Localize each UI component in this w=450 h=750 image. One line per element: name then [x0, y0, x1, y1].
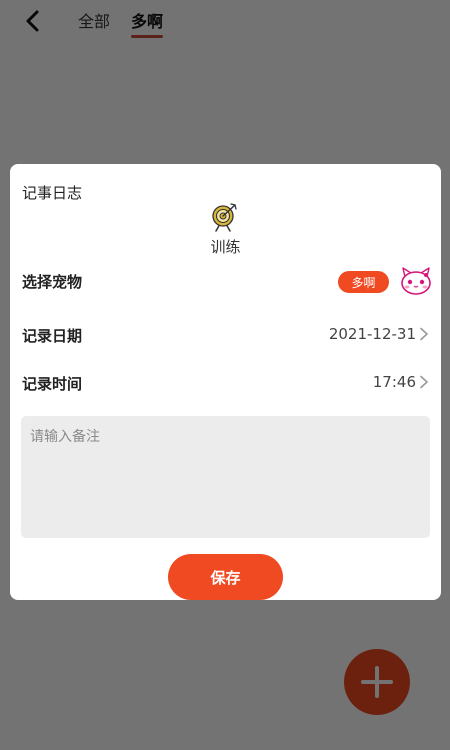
note-input[interactable] [21, 416, 430, 538]
date-value[interactable]: 2021-12-31 [329, 325, 416, 343]
target-icon [212, 203, 237, 232]
selected-pet-tag[interactable]: 多啊 [338, 271, 389, 293]
time-value[interactable]: 17:46 [373, 373, 416, 391]
date-row-label: 记录日期 [22, 327, 83, 345]
save-button-label: 保存 [210, 568, 241, 587]
event-type-label: 训练 [210, 238, 241, 256]
pet-row-label: 选择宠物 [22, 273, 83, 291]
time-row-label: 记录时间 [22, 375, 83, 393]
record-dialog: 记事日志 训练 选择宠物 多啊 记录日期 2021-12-31 记录时间 17:… [10, 164, 441, 600]
selected-pet-name: 多啊 [351, 275, 376, 290]
cat-avatar-icon[interactable] [399, 265, 433, 297]
save-button[interactable]: 保存 [168, 554, 283, 600]
dialog-title: 记事日志 [22, 184, 83, 202]
chevron-right-icon[interactable] [419, 327, 429, 341]
chevron-right-icon[interactable] [419, 375, 429, 389]
